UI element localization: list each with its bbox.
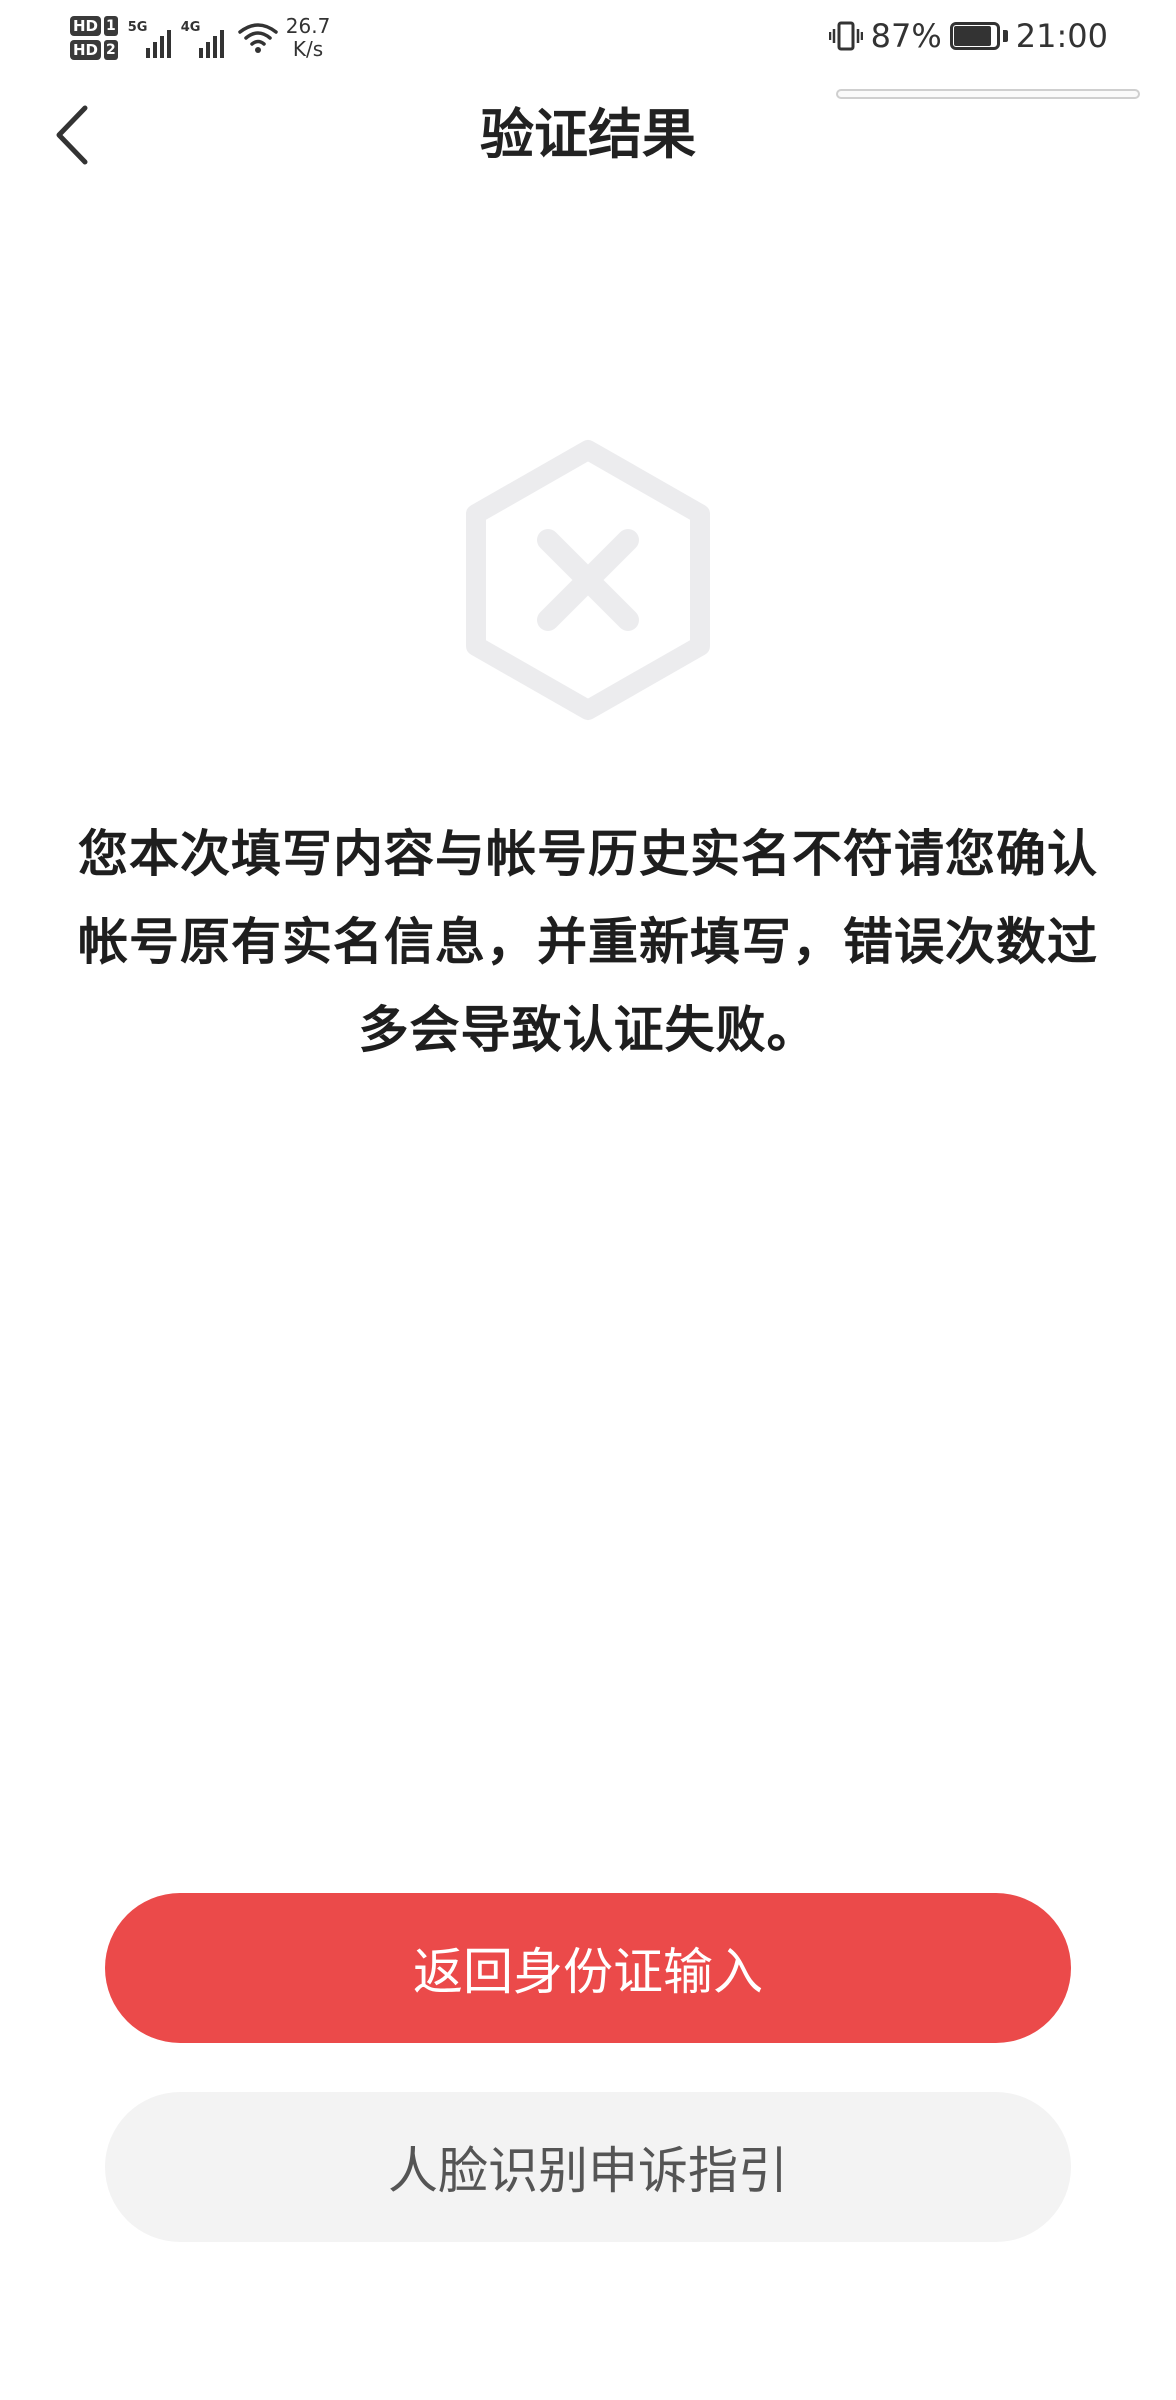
sim-indicators: HD 1 HD 2 <box>70 16 118 60</box>
battery-percent: 87% <box>870 17 942 55</box>
hd-badge: HD <box>70 40 102 60</box>
signal-4g-icon: 4G <box>181 18 224 58</box>
battery-icon <box>949 22 1008 50</box>
vibrate-icon <box>828 21 863 51</box>
return-to-id-input-button[interactable]: 返回身份证输入 <box>105 1893 1071 2043</box>
sim-slot-number: 1 <box>104 16 118 36</box>
status-bar-left: HD 1 HD 2 5G 4G 26.7 K/s <box>70 8 330 68</box>
face-recognition-appeal-guide-button[interactable]: 人脸识别申诉指引 <box>105 2092 1071 2242</box>
result-message: 您本次填写内容与帐号历史实名不符请您确认帐号原有实名信息，并重新填写，错误次数过… <box>78 825 1098 1059</box>
network-speed-unit: K/s <box>292 37 324 61</box>
nav-header: 验证结果 <box>0 80 1176 190</box>
signal-5g-icon: 5G <box>128 18 171 58</box>
page-title: 验证结果 <box>480 103 696 166</box>
network-speed-value: 26.7 <box>285 14 331 38</box>
network-type-label: 5G <box>127 20 148 35</box>
wifi-icon <box>238 23 278 53</box>
network-speed: 26.7 K/s <box>286 15 331 61</box>
hd-badge: HD <box>70 16 102 36</box>
sim-slot-number: 2 <box>104 40 118 60</box>
failure-x-icon <box>466 440 710 720</box>
sim1-indicator: HD 1 <box>70 16 118 36</box>
status-bar: HD 1 HD 2 5G 4G 26.7 K/s 87% 21:00 <box>0 0 1176 78</box>
network-type-label: 4G <box>180 20 201 35</box>
status-bar-right: 87% 21:00 <box>828 14 1108 58</box>
sim2-indicator: HD 2 <box>70 40 118 60</box>
clock: 21:00 <box>1015 17 1108 55</box>
